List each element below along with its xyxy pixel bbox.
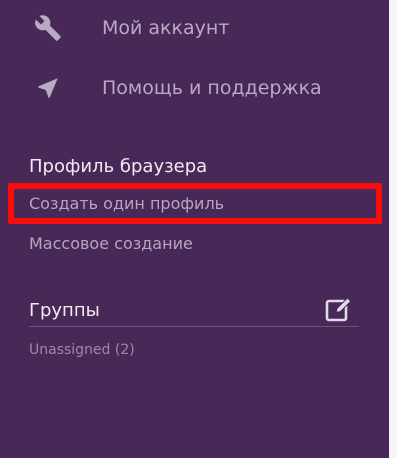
group-item-unassigned[interactable]: Unassigned (2)	[29, 342, 135, 358]
menu-item-label: Помощь и поддержка	[102, 77, 322, 99]
wrench-icon	[32, 12, 64, 44]
page-edge	[389, 0, 397, 458]
menu-item-my-account[interactable]: Мой аккаунт	[0, 4, 389, 52]
edit-groups-button[interactable]	[322, 296, 356, 326]
create-one-profile-link[interactable]: Создать один профиль	[29, 194, 224, 213]
edit-icon	[325, 296, 353, 326]
groups-divider	[29, 326, 359, 327]
location-arrow-icon	[32, 72, 64, 104]
browser-profile-heading: Профиль браузера	[29, 156, 208, 177]
menu-item-help-support[interactable]: Помощь и поддержка	[0, 64, 389, 112]
menu-item-label: Мой аккаунт	[102, 17, 230, 39]
groups-heading: Группы	[29, 300, 100, 321]
bulk-create-link[interactable]: Массовое создание	[29, 234, 193, 253]
sidebar: Мой аккаунт Помощь и поддержка Профиль б…	[0, 0, 389, 458]
